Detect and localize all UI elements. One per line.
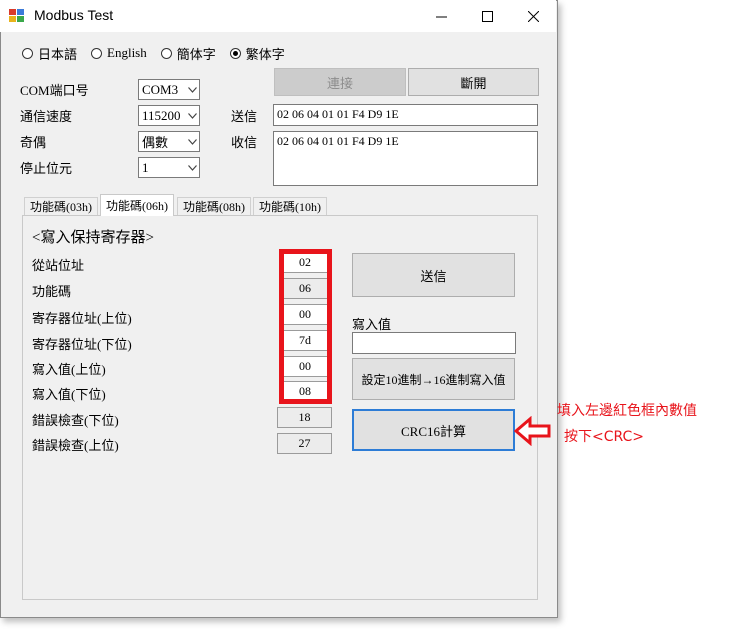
radio-circle (22, 47, 33, 59)
radio-circle-selected (229, 47, 241, 59)
chevron-down-icon (185, 164, 199, 171)
write-value-input[interactable] (352, 332, 516, 354)
radio-english[interactable]: English (91, 45, 147, 61)
tab-function-06h[interactable]: 功能碼(06h) (100, 194, 174, 216)
close-button[interactable] (510, 0, 556, 32)
crc-low-value: 18 (277, 407, 332, 428)
app-icon (9, 9, 24, 22)
receive-area[interactable]: 02 06 04 01 01 F4 D9 1E (273, 131, 538, 186)
convert-decimal-to-hex-button[interactable]: 設定10進制→16進制寫入值 (352, 358, 515, 400)
write-value-label: 寫入值 (352, 317, 392, 332)
tab-function-08h[interactable]: 功能碼(08h) (177, 197, 251, 215)
field-label-value-low: 寫入值(下位) (32, 387, 106, 402)
field-label-crc-high: 錯誤檢查(上位) (32, 438, 119, 453)
baud-rate-select[interactable]: 115200 (138, 105, 200, 126)
field-label-register-low: 寄存器位址(下位) (32, 337, 132, 352)
radio-label: 日本語 (38, 46, 78, 62)
chevron-down-icon (185, 112, 199, 119)
send-field[interactable]: 02 06 04 01 01 F4 D9 1E (273, 104, 538, 126)
radio-label: English (107, 45, 147, 60)
baud-rate-value: 115200 (142, 107, 181, 123)
chevron-down-icon (185, 138, 199, 145)
crc16-calculate-button[interactable]: CRC16計算 (352, 409, 515, 451)
com-port-value: COM3 (142, 81, 179, 97)
radio-traditional-chinese[interactable]: 繁体字 (229, 44, 285, 63)
language-radio-group: 日本語 English 簡体字 繁体字 (22, 44, 299, 62)
send-label: 送信 (231, 109, 258, 124)
disconnect-button[interactable]: 斷開 (408, 68, 539, 96)
field-label-function-code: 功能碼 (32, 284, 72, 299)
minimize-icon (435, 16, 447, 17)
radio-label: 簡体字 (176, 46, 216, 62)
annotation-line-1: 填入左邊紅色框內數值 (557, 403, 697, 419)
com-port-label: COM端口号 (20, 83, 89, 98)
field-label-slave-address: 從站位址 (32, 258, 85, 273)
crc-high-value: 27 (277, 433, 332, 454)
radio-circle (91, 47, 103, 59)
radio-japanese[interactable]: 日本語 (22, 44, 77, 63)
baud-rate-label: 通信速度 (20, 109, 73, 124)
send-button[interactable]: 送信 (352, 253, 515, 297)
connect-button[interactable]: 連接 (274, 68, 406, 96)
field-label-value-high: 寫入值(上位) (32, 362, 106, 377)
receive-label: 收信 (231, 135, 258, 150)
maximize-button[interactable] (464, 0, 510, 32)
com-port-select[interactable]: COM3 (138, 79, 200, 100)
annotation-line-2: 按下<CRC> (564, 429, 645, 445)
window-title: Modbus Test (34, 7, 114, 23)
parity-label: 奇偶 (20, 135, 47, 150)
close-icon (527, 10, 539, 22)
field-label-crc-low: 錯誤檢查(下位) (32, 413, 119, 428)
maximize-icon (481, 10, 493, 22)
stop-bits-select[interactable]: 1 (138, 157, 200, 178)
stop-bits-value: 1 (142, 159, 149, 175)
stop-bits-label: 停止位元 (20, 161, 73, 176)
red-arrow-icon (514, 416, 551, 446)
parity-select[interactable]: 偶數 (138, 131, 200, 152)
tab-function-03h[interactable]: 功能碼(03h) (24, 197, 98, 215)
radio-label: 繁体字 (245, 46, 285, 62)
chevron-down-icon (185, 86, 199, 93)
radio-simplified-chinese[interactable]: 簡体字 (160, 44, 216, 63)
minimize-button[interactable] (418, 0, 464, 32)
field-label-register-high: 寄存器位址(上位) (32, 311, 132, 326)
parity-value: 偶數 (142, 135, 169, 150)
panel-heading: <寫入保持寄存器> (32, 230, 154, 246)
red-highlight-frame (279, 249, 332, 404)
tab-function-10h[interactable]: 功能碼(10h) (253, 197, 327, 215)
radio-circle (160, 47, 172, 59)
